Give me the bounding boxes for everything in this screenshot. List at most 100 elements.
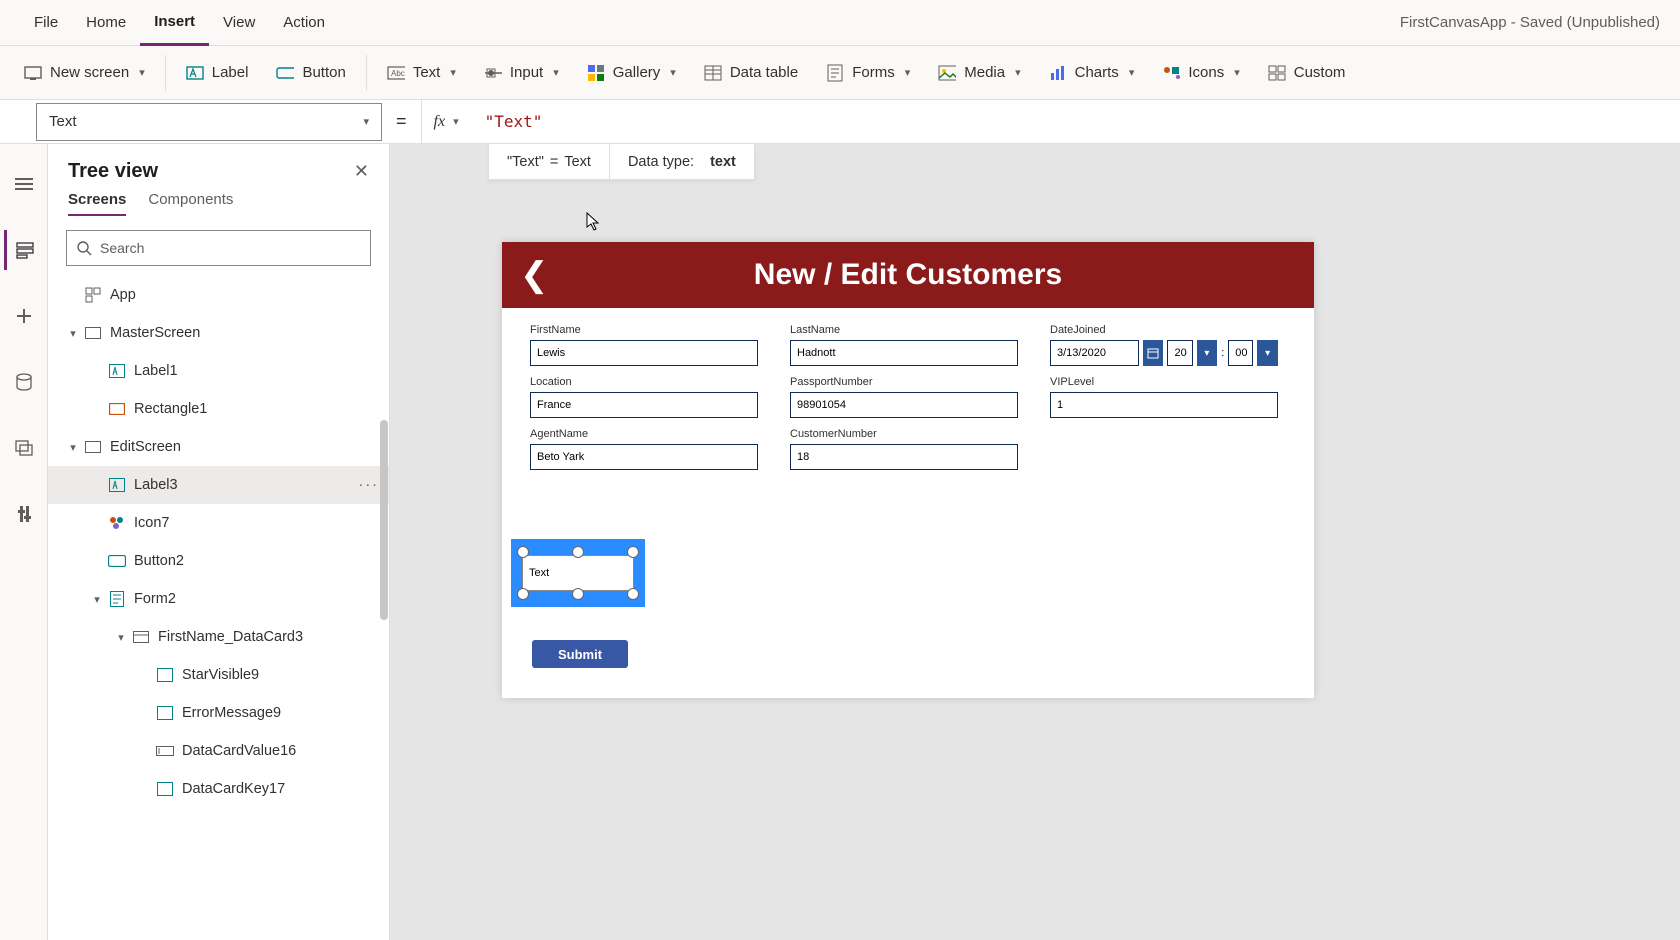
insert-icons-button[interactable]: Icons ▾ — [1150, 53, 1251, 93]
minute-dropdown-icon[interactable]: ▾ — [1257, 340, 1278, 366]
insert-icons-label: Icons — [1188, 64, 1224, 81]
scrollbar-thumb[interactable] — [380, 420, 388, 620]
main-area: Tree view ✕ Screens Components Search Ap… — [0, 144, 1680, 940]
insert-input-label: Input — [510, 64, 543, 81]
insert-gallery-button[interactable]: Gallery ▾ — [575, 53, 688, 93]
icon-icon — [108, 514, 126, 532]
insert-button-label: Button — [302, 64, 345, 81]
app-icon — [84, 286, 102, 304]
insert-label-button[interactable]: Label — [174, 53, 261, 93]
tree-label: StarVisible9 — [182, 667, 259, 683]
fx-button[interactable]: fx ▾ — [421, 100, 471, 143]
rail-treeview[interactable] — [4, 230, 44, 270]
chevron-down-icon[interactable]: ▾ — [90, 593, 104, 606]
new-screen-button[interactable]: New screen ▾ — [12, 53, 157, 93]
button-icon — [276, 64, 294, 82]
tree-node-starvisible[interactable]: StarVisible9 — [48, 656, 389, 694]
rail-hamburger[interactable] — [4, 164, 44, 204]
input-location[interactable]: France — [530, 392, 758, 418]
property-selector[interactable]: Text ▾ — [36, 103, 382, 141]
menu-insert[interactable]: Insert — [140, 0, 209, 46]
formula-input[interactable]: "Text" — [471, 100, 1680, 143]
insert-datatable-button[interactable]: Data table — [692, 53, 810, 93]
tab-screens[interactable]: Screens — [68, 191, 126, 216]
fx-icon: fx — [434, 113, 446, 131]
insert-input-button[interactable]: Input ▾ — [472, 53, 571, 93]
new-screen-label: New screen — [50, 64, 129, 81]
close-icon[interactable]: ✕ — [354, 161, 369, 182]
menu-view[interactable]: View — [209, 0, 269, 46]
chevron-down-icon: ▾ — [450, 66, 456, 79]
back-arrow-icon[interactable]: ❮ — [520, 255, 549, 295]
insert-media-button[interactable]: Media ▾ — [926, 53, 1032, 93]
formula-result-hint: "Text" = Text — [489, 144, 610, 179]
tab-components[interactable]: Components — [148, 191, 233, 216]
canvas-area[interactable]: ❮ New / Edit Customers FirstName Lewis L… — [390, 144, 1680, 940]
tree-node-app[interactable]: App — [48, 276, 389, 314]
insert-forms-button[interactable]: Forms ▾ — [814, 53, 922, 93]
app-preview-screen[interactable]: ❮ New / Edit Customers FirstName Lewis L… — [502, 242, 1314, 698]
label3-control[interactable]: Text — [522, 555, 634, 591]
resize-handle[interactable] — [517, 546, 529, 558]
more-icon[interactable]: ··· — [359, 477, 380, 493]
rail-media[interactable] — [4, 428, 44, 468]
submit-button[interactable]: Submit — [532, 640, 628, 668]
chevron-down-icon[interactable]: ▾ — [66, 441, 80, 454]
label-custnum: CustomerNumber — [790, 428, 1018, 440]
tree-label: Label3 — [134, 477, 178, 493]
insert-charts-button[interactable]: Charts ▾ — [1037, 53, 1147, 93]
menu-file[interactable]: File — [20, 0, 72, 46]
tree-node-label3[interactable]: Label3 ··· — [48, 466, 389, 504]
chevron-down-icon[interactable]: ▾ — [66, 327, 80, 340]
input-icon — [484, 64, 502, 82]
calendar-icon[interactable] — [1143, 340, 1164, 366]
tree-node-errormessage[interactable]: ErrorMessage9 — [48, 694, 389, 732]
resize-handle[interactable] — [627, 546, 639, 558]
menu-bar: File Home Insert View Action FirstCanvas… — [0, 0, 1680, 46]
rail-data[interactable] — [4, 362, 44, 402]
insert-text-button[interactable]: Abc Text ▾ — [375, 53, 468, 93]
input-lastname[interactable]: Hadnott — [790, 340, 1018, 366]
chevron-down-icon[interactable]: ▾ — [114, 631, 128, 644]
tree-node-datacardkey[interactable]: DataCardKey17 — [48, 770, 389, 808]
input-vip[interactable]: 1 — [1050, 392, 1278, 418]
input-firstname[interactable]: Lewis — [530, 340, 758, 366]
text-icon: Abc — [387, 64, 405, 82]
resize-handle[interactable] — [517, 588, 529, 600]
field-agent: AgentName Beto Yark — [530, 428, 758, 470]
hour-dropdown-icon[interactable]: ▾ — [1197, 340, 1218, 366]
resize-handle[interactable] — [572, 588, 584, 600]
input-minute[interactable]: 00 — [1228, 340, 1253, 366]
tree-search-input[interactable]: Search — [66, 230, 371, 266]
rail-advanced[interactable] — [4, 494, 44, 534]
insert-forms-label: Forms — [852, 64, 895, 81]
input-custnum[interactable]: 18 — [790, 444, 1018, 470]
screen-icon — [24, 64, 42, 82]
resize-handle[interactable] — [572, 546, 584, 558]
menu-action[interactable]: Action — [269, 0, 339, 46]
insert-custom-button[interactable]: Custom — [1256, 53, 1358, 93]
tree-node-label1[interactable]: Label1 — [48, 352, 389, 390]
field-location: Location France — [530, 376, 758, 418]
tree-node-rectangle1[interactable]: Rectangle1 — [48, 390, 389, 428]
tree-node-datacardvalue[interactable]: DataCardValue16 — [48, 732, 389, 770]
field-custnum: CustomerNumber 18 — [790, 428, 1018, 470]
treeview-title: Tree view — [68, 160, 158, 183]
tree-node-button2[interactable]: Button2 — [48, 542, 389, 580]
rail-insert[interactable] — [4, 296, 44, 336]
selected-label-control[interactable]: Text — [511, 539, 645, 607]
tree-node-masterscreen[interactable]: ▾ MasterScreen — [48, 314, 389, 352]
insert-button-button[interactable]: Button — [264, 53, 357, 93]
input-date[interactable]: 3/13/2020 — [1050, 340, 1139, 366]
tree-node-form2[interactable]: ▾ Form2 — [48, 580, 389, 618]
tree-label: FirstName_DataCard3 — [158, 629, 303, 645]
tree-node-icon7[interactable]: Icon7 — [48, 504, 389, 542]
tree-node-editscreen[interactable]: ▾ EditScreen — [48, 428, 389, 466]
resize-handle[interactable] — [627, 588, 639, 600]
input-passport[interactable]: 98901054 — [790, 392, 1018, 418]
input-agent[interactable]: Beto Yark — [530, 444, 758, 470]
tree-node-datacard[interactable]: ▾ FirstName_DataCard3 — [48, 618, 389, 656]
input-hour[interactable]: 20 — [1167, 340, 1192, 366]
menu-home[interactable]: Home — [72, 0, 140, 46]
field-vip: VIPLevel 1 — [1050, 376, 1278, 418]
